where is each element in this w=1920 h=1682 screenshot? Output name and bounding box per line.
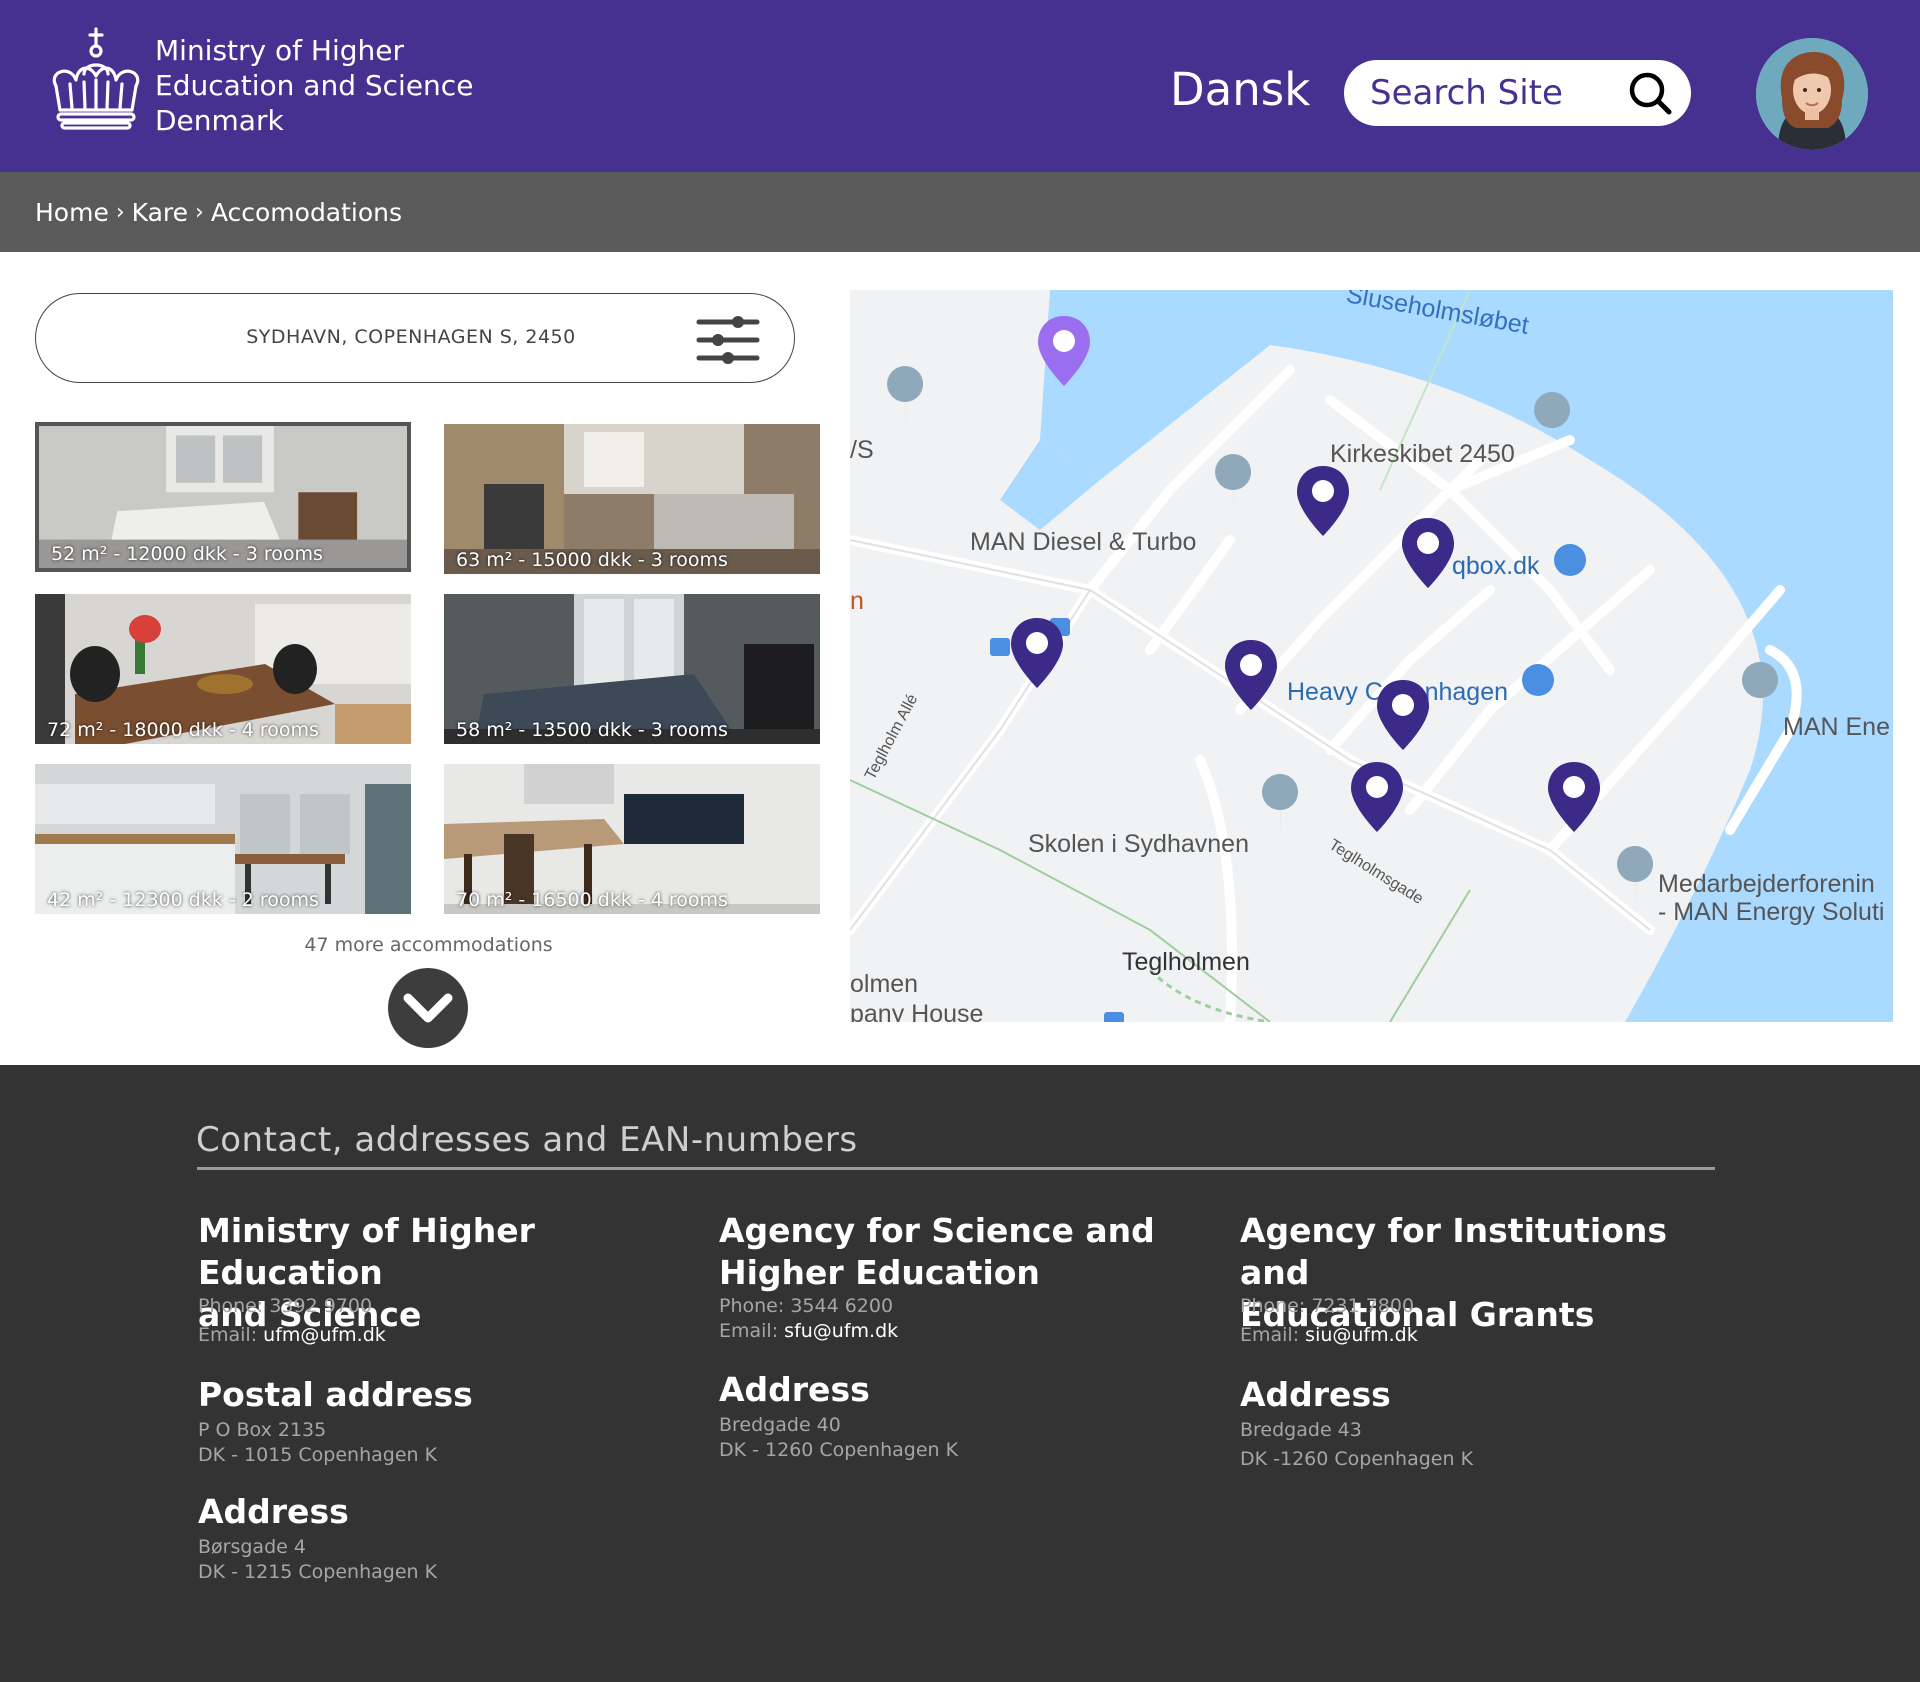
org-name-line: Agency for Institutions and xyxy=(1240,1211,1668,1292)
phone-label: Phone: xyxy=(1240,1295,1306,1317)
org-email: Email: siu@ufm.dk xyxy=(1240,1322,1418,1348)
section-heading: Postal address xyxy=(198,1375,473,1414)
breadcrumb-kare[interactable]: Kare xyxy=(132,198,188,227)
map-label-qbox: qbox.dk xyxy=(1452,552,1540,580)
sliders-icon[interactable] xyxy=(696,314,760,366)
address-line: P O Box 2135 xyxy=(198,1419,327,1441)
accommodations-main: SYDHAVN, COPENHAGEN S, 2450 52 m² - 1200… xyxy=(0,252,1920,1065)
map-pin-icon[interactable] xyxy=(1295,464,1351,538)
org-phone: Phone: 3392 9700 xyxy=(198,1293,372,1319)
listing-caption: 58 m² - 13500 dkk - 3 rooms xyxy=(456,719,728,741)
site-header: Ministry of Higher Education and Science… xyxy=(0,0,1920,172)
address-line: DK - 1215 Copenhagen K xyxy=(198,1561,438,1583)
map-pin-icon[interactable] xyxy=(1009,616,1065,690)
phone-number: 3392 9700 xyxy=(269,1295,373,1317)
chevron-down-icon xyxy=(403,993,453,1023)
org-name-line: Higher Education xyxy=(719,1253,1040,1292)
breadcrumb-home[interactable]: Home xyxy=(35,198,109,227)
org-name-line: Agency for Science and xyxy=(719,1211,1155,1250)
org-email: Email: ufm@ufm.dk xyxy=(198,1322,386,1348)
ministry-name-line: Denmark xyxy=(155,104,284,137)
email-link[interactable]: ufm@ufm.dk xyxy=(263,1324,386,1346)
map-label-medarbejder: Medarbejderforenin xyxy=(1658,870,1875,898)
location-search-bar[interactable]: SYDHAVN, COPENHAGEN S, 2450 xyxy=(35,293,795,383)
listing-card[interactable]: 58 m² - 13500 dkk - 3 rooms xyxy=(444,594,820,744)
listing-caption: 42 m² - 12300 dkk - 2 rooms xyxy=(47,889,319,911)
breadcrumb: Home › Kare › Accomodations xyxy=(0,172,1920,252)
language-switch[interactable]: Dansk xyxy=(1170,62,1310,118)
section-heading: Address xyxy=(198,1492,349,1531)
load-more-button[interactable] xyxy=(388,968,468,1048)
map-label-edge: pany House xyxy=(850,1000,984,1022)
phone-label: Phone: xyxy=(198,1295,264,1317)
map-pin-icon[interactable] xyxy=(1223,638,1279,712)
phone-label: Phone: xyxy=(719,1295,785,1317)
map-label-kirkeskibet: Kirkeskibet 2450 xyxy=(1330,440,1515,468)
phone-number: 3544 6200 xyxy=(790,1295,894,1317)
org-email: Email: sfu@ufm.dk xyxy=(719,1318,898,1344)
section-heading: Address xyxy=(719,1370,870,1409)
map-label-teglholmen: Teglholmen xyxy=(1122,948,1250,976)
email-label: Email: xyxy=(719,1320,779,1342)
breadcrumb-separator: › xyxy=(195,199,204,225)
address-line: DK - 1015 Copenhagen K xyxy=(198,1444,438,1466)
footer-divider xyxy=(197,1167,1715,1170)
org-name-line: Ministry of Higher Education xyxy=(198,1211,535,1292)
ministry-name-line: Ministry of Higher xyxy=(155,34,404,67)
map-pin-icon[interactable] xyxy=(1036,314,1092,388)
org-phone: Phone: 3544 6200 xyxy=(719,1293,893,1319)
ministry-name-line: Education and Science xyxy=(155,69,474,102)
map-label-man-energy-solutions: - MAN Energy Soluti xyxy=(1658,898,1885,926)
map-label-skolen: Skolen i Sydhavnen xyxy=(1028,830,1249,858)
breadcrumb-separator: › xyxy=(115,199,125,225)
user-avatar[interactable] xyxy=(1756,38,1868,150)
section-heading: Address xyxy=(1240,1375,1391,1414)
map-label-man-energy: MAN Ene xyxy=(1783,713,1890,741)
map-pin-icon[interactable] xyxy=(1349,760,1405,834)
map-label-man-diesel: MAN Diesel & Turbo xyxy=(970,528,1197,556)
crown-icon[interactable] xyxy=(44,26,148,130)
search-input[interactable] xyxy=(1370,68,1620,118)
address-line: DK - 1260 Copenhagen K xyxy=(719,1439,959,1461)
map-label-edge: olmen xyxy=(850,970,919,998)
ministry-name[interactable]: Ministry of Higher Education and Science… xyxy=(155,33,473,138)
address-line: Bredgade 43 xyxy=(1240,1419,1362,1441)
address-line: Bredgade 40 xyxy=(719,1414,841,1436)
address-line: Børsgade 4 xyxy=(198,1536,306,1558)
map-pin-icon[interactable] xyxy=(1400,516,1456,590)
breadcrumb-accomodations[interactable]: Accomodations xyxy=(211,198,402,227)
listing-caption: 52 m² - 12000 dkk - 3 rooms xyxy=(51,543,323,565)
footer-title: Contact, addresses and EAN-numbers xyxy=(196,1120,858,1160)
listing-card[interactable]: 52 m² - 12000 dkk - 3 rooms xyxy=(35,422,411,572)
map[interactable]: Sluseholmsløbet Kirkeskibet 2450 MAN Die… xyxy=(850,290,1893,1022)
listing-card[interactable]: 70 m² - 16500 dkk - 4 rooms xyxy=(444,764,820,914)
listing-caption: 70 m² - 16500 dkk - 4 rooms xyxy=(456,889,728,911)
org-name: Agency for Science and Higher Education xyxy=(719,1210,1219,1294)
listing-card[interactable]: 72 m² - 18000 dkk - 4 rooms xyxy=(35,594,411,744)
site-footer: Contact, addresses and EAN-numbers Minis… xyxy=(0,1065,1920,1682)
email-label: Email: xyxy=(198,1324,258,1346)
search-icon[interactable] xyxy=(1626,69,1674,117)
location-text[interactable]: SYDHAVN, COPENHAGEN S, 2450 xyxy=(36,326,786,348)
listing-card[interactable]: 63 m² - 15000 dkk - 3 rooms xyxy=(444,424,820,574)
listing-caption: 72 m² - 18000 dkk - 4 rooms xyxy=(47,719,319,741)
more-accommodations-text: 47 more accommodations xyxy=(304,934,553,956)
email-link[interactable]: sfu@ufm.dk xyxy=(784,1320,898,1342)
map-label-edge: /S xyxy=(850,436,874,464)
map-pin-icon[interactable] xyxy=(1375,678,1431,752)
address-line: DK -1260 Copenhagen K xyxy=(1240,1448,1474,1470)
listing-caption: 63 m² - 15000 dkk - 3 rooms xyxy=(456,549,728,571)
email-link[interactable]: siu@ufm.dk xyxy=(1305,1324,1418,1346)
phone-number: 7231 7800 xyxy=(1311,1295,1415,1317)
email-label: Email: xyxy=(1240,1324,1300,1346)
map-label-edge: n xyxy=(850,587,864,615)
map-pin-icon[interactable] xyxy=(1546,760,1602,834)
site-search[interactable] xyxy=(1344,60,1691,126)
avatar-portrait xyxy=(1756,38,1868,150)
listing-card[interactable]: 42 m² - 12300 dkk - 2 rooms xyxy=(35,764,411,914)
org-phone: Phone: 7231 7800 xyxy=(1240,1293,1414,1319)
